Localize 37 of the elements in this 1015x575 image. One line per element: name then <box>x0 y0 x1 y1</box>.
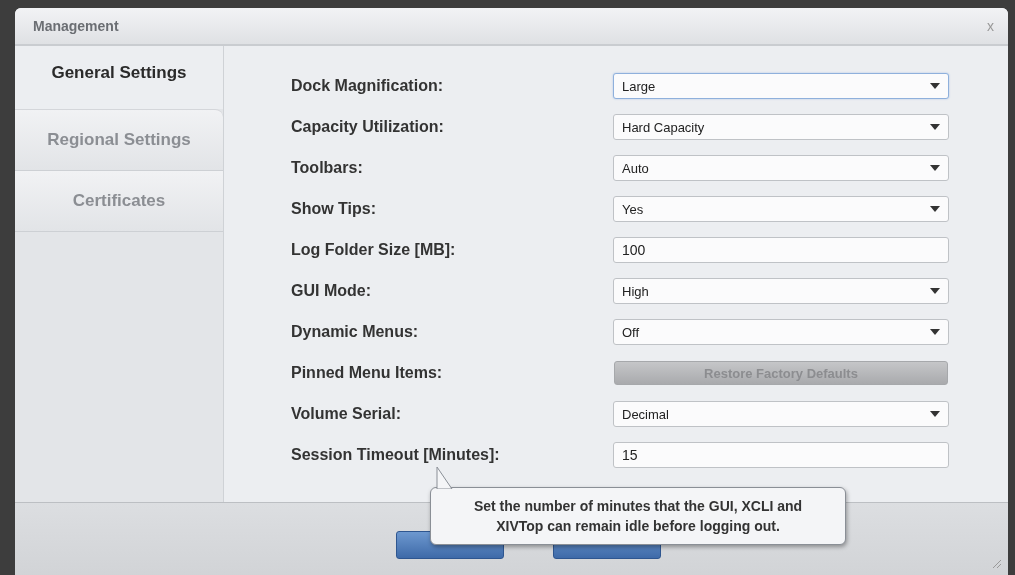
dropdown[interactable]: Auto <box>613 155 949 181</box>
setting-label: Show Tips: <box>291 200 377 218</box>
caret-icon <box>930 411 940 417</box>
dropdown-value: Decimal <box>622 406 669 422</box>
dropdown[interactable]: Decimal <box>613 401 949 427</box>
dropdown[interactable]: High <box>613 278 949 304</box>
caret-icon <box>930 83 940 89</box>
input-field[interactable]: 100 <box>613 237 949 263</box>
setting-label: GUI Mode: <box>291 282 371 300</box>
caret-icon <box>930 206 940 212</box>
input-field[interactable]: 15 <box>613 442 949 468</box>
setting-label: Capacity Utilization: <box>291 118 444 136</box>
dropdown[interactable]: Off <box>613 319 949 345</box>
setting-label: Log Folder Size [MB]: <box>291 241 456 259</box>
caret-icon <box>930 124 940 130</box>
dropdown-value: Hard Capacity <box>622 119 705 135</box>
dropdown-value: Large <box>622 78 656 94</box>
caret-icon <box>930 288 940 294</box>
dropdown-value: Auto <box>622 160 649 176</box>
setting-label: Dynamic Menus: <box>291 323 419 341</box>
tooltip-text: Set the number of minutes that the GUI, XCLI and XIVTop can remain idle before logging out. <box>472 497 804 536</box>
dropdown[interactable]: Hard Capacity <box>613 114 949 140</box>
setting-label: Dock Magnification: <box>291 77 443 95</box>
dropdown-value: Off <box>622 324 640 340</box>
dropdown-value: Yes <box>622 201 644 217</box>
resize-grip-icon[interactable] <box>992 559 1002 569</box>
dropdown-value: High <box>622 283 649 299</box>
dropdown[interactable]: Yes <box>613 196 949 222</box>
sidebar-tab[interactable]: General Settings <box>15 46 223 109</box>
setting-label: Pinned Menu Items: <box>291 364 443 382</box>
caret-icon <box>930 329 940 335</box>
setting-label: Volume Serial: <box>291 405 401 423</box>
window-title: Management <box>33 18 119 34</box>
dropdown[interactable]: Large <box>613 73 949 99</box>
caret-icon <box>930 165 940 171</box>
setting-label: Session Timeout [Minutes]: <box>291 446 500 464</box>
setting-label: Toolbars: <box>291 159 363 177</box>
